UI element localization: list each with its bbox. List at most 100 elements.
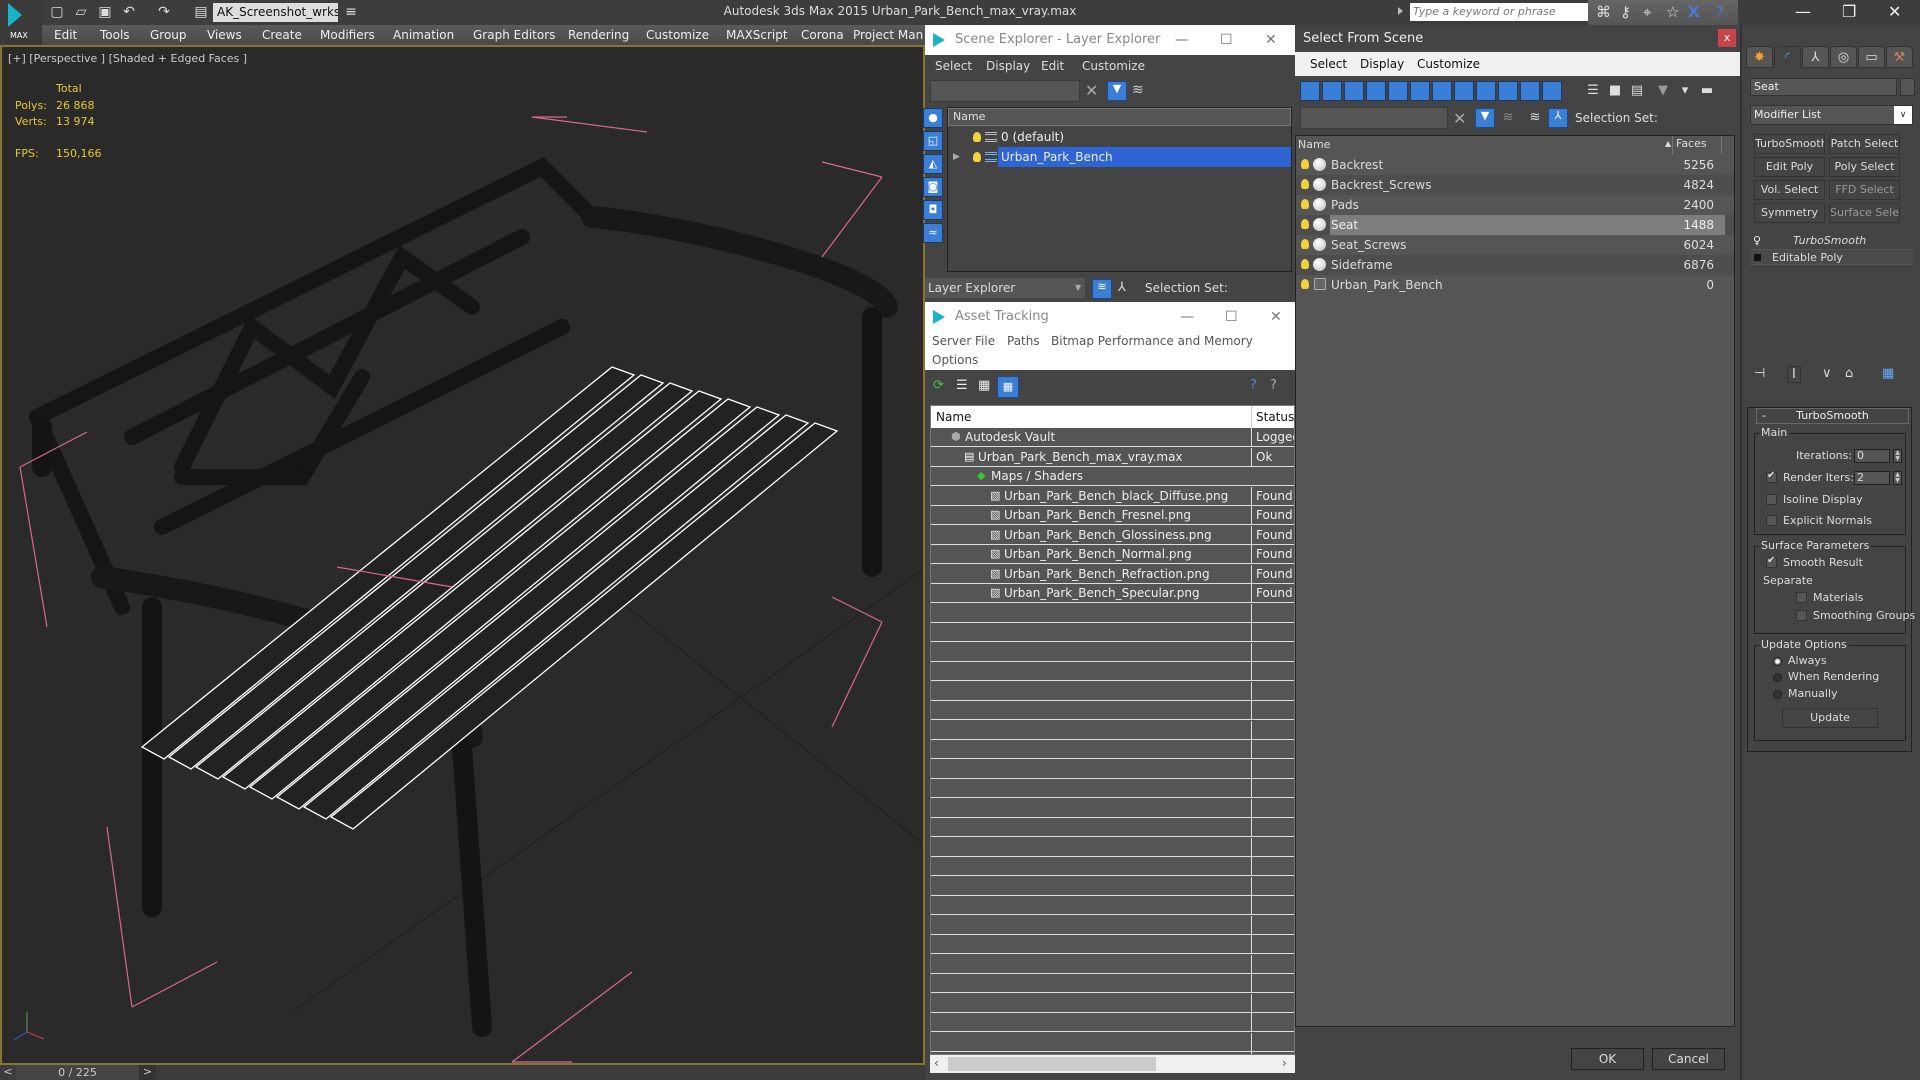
close-icon[interactable]: x [1718, 29, 1736, 47]
customize-toolbar-icon[interactable]: ≡ [342, 4, 360, 20]
display-spacewarps-icon[interactable]: ≈ [923, 223, 943, 243]
menu-views[interactable]: Views [207, 28, 242, 42]
se-menu-display[interactable]: Display [986, 59, 1030, 73]
rollout-header[interactable]: - TurboSmooth [1756, 408, 1909, 424]
column-header-name[interactable]: Name [936, 406, 971, 428]
modifier-button-vol-select[interactable]: Vol. Select [1754, 180, 1825, 200]
object-row[interactable]: Seat 1488 [1296, 215, 1734, 235]
sort-by-layer-icon[interactable]: ≋ [1527, 110, 1543, 126]
viewport-label[interactable]: [+] [Perspective ] [Shaded + Edged Faces… [8, 52, 247, 65]
sfs-menu-customize[interactable]: Customize [1417, 57, 1480, 71]
thumbnail-view-icon[interactable]: ▦ [978, 378, 990, 393]
menu-modifiers[interactable]: Modifiers [320, 28, 375, 42]
modifier-list-dropdown[interactable]: Modifier List ∨ [1750, 105, 1913, 125]
object-color-swatch[interactable] [1900, 78, 1915, 96]
select-invert-icon[interactable]: ▤ [1629, 83, 1645, 99]
key-icon[interactable]: ⚷ [1620, 3, 1631, 21]
materials-checkbox[interactable] [1796, 592, 1807, 603]
minimize-icon[interactable]: — [1795, 2, 1811, 21]
ok-button[interactable]: OK [1571, 1048, 1644, 1070]
stack-item-turbosmooth[interactable]: ♀ TurboSmooth [1750, 233, 1913, 249]
display-cameras-icon[interactable]: ◙ [923, 177, 943, 197]
asset-row[interactable]: ◆ Maps / Shaders [931, 467, 1294, 486]
close-icon[interactable]: ✕ [1888, 2, 1901, 21]
sort-filter-icon[interactable]: ▾ [1677, 83, 1693, 99]
new-file-icon[interactable]: ▢ [48, 4, 66, 20]
lightbulb-icon[interactable] [1301, 259, 1309, 269]
update-manually-radio[interactable] [1773, 690, 1782, 699]
filter-cameras-icon[interactable] [1366, 81, 1386, 101]
menu-corona[interactable]: Corona [801, 28, 844, 42]
filter-lights-icon[interactable] [1344, 81, 1364, 101]
perspective-viewport[interactable]: [+] [Perspective ] [Shaded + Edged Faces… [0, 45, 925, 1065]
sort-by-hierarchy-icon[interactable]: ⅄ [1118, 280, 1126, 295]
table-view-icon[interactable]: ▦ [997, 376, 1019, 398]
filter-bones-icon[interactable] [1476, 81, 1496, 101]
menu-tools[interactable]: Tools [100, 28, 130, 42]
scroll-left-icon[interactable]: ‹ [934, 1056, 939, 1070]
lightbulb-icon[interactable] [1301, 219, 1309, 229]
remove-modifier-icon[interactable]: ⌂ [1845, 366, 1853, 381]
filter-geometry-icon[interactable] [1300, 81, 1320, 101]
filter-groups-icon[interactable] [1432, 81, 1452, 101]
project-folder-icon[interactable]: ▤ [192, 4, 210, 20]
sort-ascending-icon[interactable]: ▲ [1665, 136, 1671, 152]
at-menu-paths[interactable]: Paths [1007, 334, 1040, 348]
sort-by-layer-icon[interactable]: ≋ [1092, 279, 1112, 299]
workspace-dropdown[interactable]: AK_Screenshot_wrksp [213, 3, 338, 22]
explicit-normals-checkbox[interactable] [1766, 515, 1777, 526]
list-view-icon[interactable]: ☰ [956, 378, 968, 393]
object-row[interactable]: Sideframe 6876 [1296, 255, 1734, 275]
filter-containers-icon[interactable] [1498, 81, 1518, 101]
modifier-button-patch-select[interactable]: Patch Select [1829, 134, 1900, 154]
filter-xrefs-icon[interactable] [1454, 81, 1474, 101]
sfs-menu-select[interactable]: Select [1310, 57, 1347, 71]
minimize-icon[interactable]: — [1180, 302, 1194, 332]
save-icon[interactable]: ▣ [96, 4, 114, 20]
expand-search-icon[interactable] [1398, 7, 1403, 15]
exchange-icon[interactable]: X [1688, 3, 1700, 21]
pin-stack-icon[interactable]: ⊣ [1754, 366, 1765, 381]
filter-helpers-icon[interactable] [1388, 81, 1408, 101]
asset-row[interactable]: ▧ Urban_Park_Bench_Specular.png Found [931, 584, 1294, 603]
open-file-icon[interactable]: ▱ [72, 4, 90, 20]
se-menu-select[interactable]: Select [935, 59, 972, 73]
column-header-name[interactable]: Name [1298, 137, 1330, 153]
menu-project-manager[interactable]: Project Man [853, 28, 925, 42]
hierarchy-tab-icon[interactable]: ⅄ [1802, 46, 1829, 68]
asset-row[interactable]: ▧ Urban_Park_Bench_Normal.png Found [931, 545, 1294, 564]
close-icon[interactable]: ✕ [1265, 25, 1277, 55]
object-name-field[interactable]: Seat [1750, 78, 1897, 96]
at-menu-server[interactable]: Server [932, 334, 971, 348]
minimize-icon[interactable]: — [1175, 25, 1189, 55]
display-tab-icon[interactable]: ▭ [1858, 46, 1885, 68]
modifier-button-ffd-select[interactable]: FFD Select [1829, 180, 1900, 200]
at-menu-options[interactable]: Options [932, 353, 978, 367]
smooth-result-checkbox[interactable] [1766, 555, 1777, 568]
menu-create[interactable]: Create [262, 28, 302, 42]
sfs-menu-display[interactable]: Display [1360, 57, 1404, 71]
layer-filter-icon[interactable]: ≋ [1132, 82, 1144, 98]
modifier-button-poly-select[interactable]: Poly Select [1829, 157, 1900, 177]
object-row[interactable]: Seat_Screws 6024 [1296, 235, 1734, 255]
show-end-result-icon[interactable]: I [1787, 366, 1801, 383]
filter-spacewarps-icon[interactable] [1410, 81, 1430, 101]
object-row[interactable]: Backrest_Screws 4824 [1296, 175, 1734, 195]
dropdown-arrow-icon[interactable]: ▼ [1075, 283, 1081, 292]
expand-arrow-icon[interactable]: ▶ [953, 147, 960, 167]
smoothing-groups-checkbox[interactable] [1796, 610, 1807, 621]
update-button[interactable]: Update [1782, 708, 1878, 728]
expand-plus-icon[interactable] [1754, 254, 1761, 261]
layer-row-default[interactable]: 0 (default) [948, 127, 1291, 147]
render-iters-checkbox[interactable] [1766, 470, 1777, 483]
filter-toggle-icon[interactable]: ▼ [1475, 108, 1495, 128]
app-menu-button[interactable]: MAX [0, 0, 42, 45]
display-geometry-icon[interactable]: ● [923, 108, 943, 128]
redo-icon[interactable]: ↷ [155, 4, 173, 20]
lightbulb-icon[interactable] [1301, 199, 1309, 209]
lightbulb-icon[interactable] [1301, 279, 1309, 289]
update-when-rendering-radio[interactable] [1773, 673, 1782, 682]
clear-search-icon[interactable]: ✕ [1453, 109, 1466, 128]
prev-frame-button[interactable]: < [0, 1065, 16, 1080]
lightbulb-icon[interactable] [973, 152, 981, 162]
